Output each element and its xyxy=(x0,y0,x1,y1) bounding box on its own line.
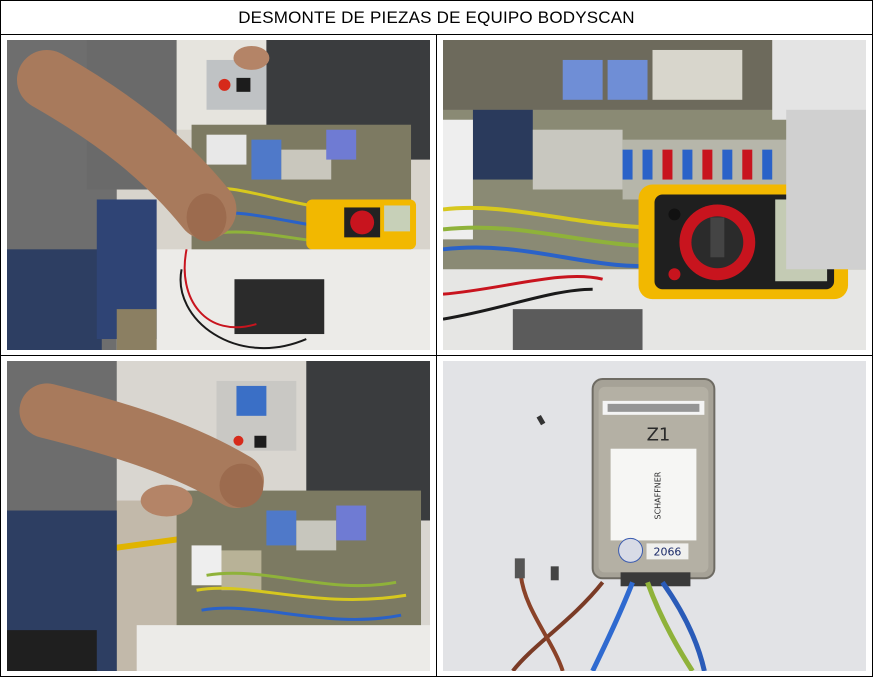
photo-cell-1 xyxy=(0,34,437,356)
photo-technician-disassembling-image xyxy=(7,361,430,671)
document-title: DESMONTE DE PIEZAS DE EQUIPO BODYSCAN xyxy=(0,0,873,35)
photo-multimeter-closeup: 242 xyxy=(443,40,866,350)
document-page: DESMONTE DE PIEZAS DE EQUIPO BODYSCAN Z1… xyxy=(0,0,874,679)
photo-cell-4: Z1 SCHAFFNER 2066 xyxy=(436,355,873,677)
filter-component: Z1 SCHAFFNER 2066 xyxy=(591,377,716,587)
photo-technician-measuring xyxy=(7,40,430,350)
photo-technician-measuring-image xyxy=(7,40,430,350)
photo-cell-3 xyxy=(0,355,437,677)
photo-multimeter-closeup-image: 242 xyxy=(443,40,866,350)
component-label: Z1 xyxy=(647,425,671,446)
photo-cell-2: 242 xyxy=(436,34,873,356)
brand-label: SCHAFFNER xyxy=(653,471,662,519)
sticker-number: 2066 xyxy=(654,545,682,558)
photo-filter-component-image: Z1 SCHAFFNER 2066 xyxy=(443,361,866,671)
photo-technician-disassembling xyxy=(7,361,430,671)
photo-filter-component: Z1 SCHAFFNER 2066 xyxy=(443,361,866,671)
photo-table: DESMONTE DE PIEZAS DE EQUIPO BODYSCAN Z1… xyxy=(0,0,873,677)
